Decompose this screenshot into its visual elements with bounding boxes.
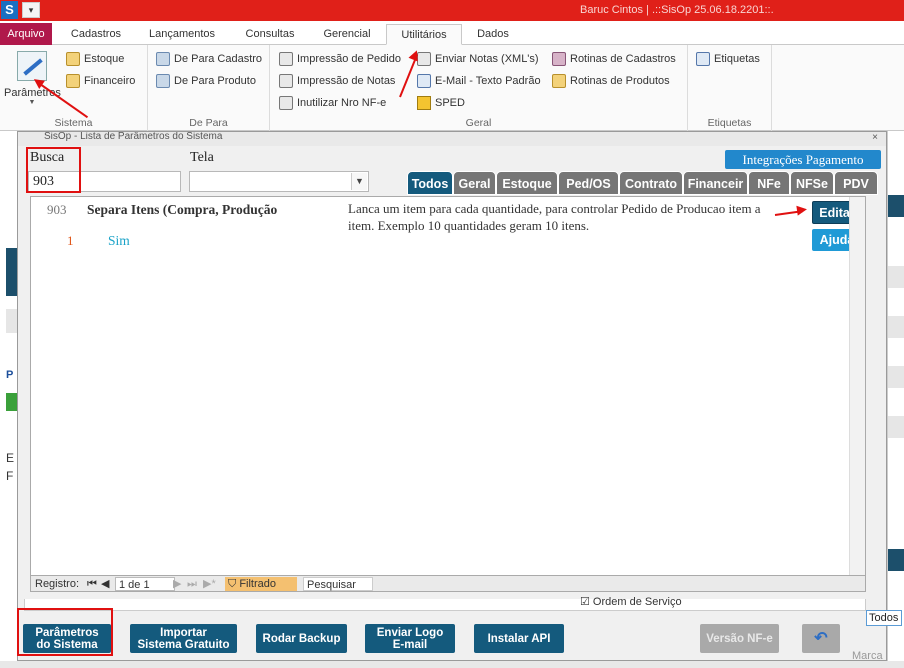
background-bottom-row: [0, 661, 904, 668]
chevron-down-icon: ▼: [351, 173, 367, 190]
parameters-dialog: SisOp - Lista de Parâmetros do Sistema ×…: [17, 131, 887, 661]
first-record-icon[interactable]: ⏮: [87, 577, 97, 591]
filter-toggle[interactable]: ⛉ Filtrado: [225, 577, 297, 591]
close-icon[interactable]: ×: [872, 133, 878, 143]
tab-estoque[interactable]: Estoque: [496, 171, 558, 195]
tab-utilitarios[interactable]: Utilitários: [386, 24, 462, 45]
tab-pdv[interactable]: PDV: [834, 171, 878, 195]
ribbon-tabs: Arquivo Cadastros Lançamentos Consultas …: [0, 21, 904, 45]
etiquetas-button[interactable]: Etiquetas: [696, 50, 760, 68]
importar-sistema-gratuito-button[interactable]: Importar Sistema Gratuito: [130, 624, 237, 653]
dialog-title: SisOp - Lista de Parâmetros do Sistema: [44, 132, 223, 142]
tab-geral[interactable]: Geral: [453, 171, 496, 195]
inutilizar-nfe-button[interactable]: Inutilizar Nro NF-e: [279, 94, 386, 112]
parameter-value[interactable]: Sim: [108, 233, 130, 249]
group-label-sistema: Sistema: [54, 117, 93, 129]
tab-gerencial[interactable]: Gerencial: [314, 24, 380, 45]
instalar-api-button[interactable]: Instalar API: [474, 624, 564, 653]
undo-icon: ↶: [814, 629, 828, 647]
title-bar: S ▾ Baruc Cintos | .::SisOp 25.06.18.220…: [0, 0, 904, 21]
tela-select[interactable]: ▼: [189, 171, 369, 192]
group-label-de-para: De Para: [189, 117, 228, 129]
integracoes-pagamento-button[interactable]: Integrações Pagamento: [725, 150, 881, 169]
users-icon: [156, 52, 170, 66]
ribbon-panel: Parâmetros ▼ Estoque Financeiro Sistema …: [0, 45, 904, 131]
group-sistema: Parâmetros ▼ Estoque Financeiro Sistema: [0, 45, 148, 131]
parameter-description: Lanca um item para cada quantidade, para…: [348, 201, 761, 233]
background-subpanel: ☑ Ordem de Serviço: [24, 596, 866, 611]
impressao-notas-button[interactable]: Impressão de Notas: [279, 72, 395, 90]
rotinas-cadastros-button[interactable]: Rotinas de Cadastros: [552, 50, 676, 68]
tab-consultas[interactable]: Consultas: [232, 24, 308, 45]
tab-nfe[interactable]: NFe: [748, 171, 790, 195]
group-etiquetas: Etiquetas Etiquetas: [688, 45, 772, 131]
estoque-button[interactable]: Estoque: [66, 50, 124, 68]
rodar-backup-button[interactable]: Rodar Backup: [256, 624, 347, 653]
annotation-box-busca: [26, 147, 81, 193]
box-gear-icon: [552, 74, 566, 88]
background-right-strip: [887, 131, 904, 668]
rotinas-produtos-button[interactable]: Rotinas de Produtos: [552, 72, 670, 90]
tab-contrato[interactable]: Contrato: [619, 171, 683, 195]
parameters-list: 903 Separa Itens (Compra, Produção Lanca…: [30, 196, 866, 576]
email-texto-padrao-button[interactable]: E-Mail - Texto Padrão: [417, 72, 541, 90]
label-icon: [696, 52, 710, 66]
de-para-cadastro-button[interactable]: De Para Cadastro: [156, 50, 262, 68]
users-gear-icon: [552, 52, 566, 66]
print-icon: [279, 52, 293, 66]
quick-access-dropdown[interactable]: ▾: [22, 2, 40, 18]
parameters-icon: [17, 51, 47, 81]
sped-button[interactable]: SPED: [417, 94, 465, 112]
group-label-etiquetas: Etiquetas: [707, 117, 752, 129]
new-record-icon[interactable]: ▶*: [203, 577, 216, 591]
prev-record-icon[interactable]: ◀: [101, 577, 109, 591]
record-navigator: Registro: ⏮ ◀ 1 de 1 ▶ ⏭ ▶* ⛉ Filtrado P…: [30, 576, 866, 592]
tab-lancamentos[interactable]: Lançamentos: [140, 24, 224, 45]
tab-dados[interactable]: Dados: [468, 24, 518, 45]
filter-icon: ⛉: [228, 578, 237, 590]
tab-arquivo[interactable]: Arquivo: [0, 23, 52, 45]
financeiro-button[interactable]: Financeiro: [66, 72, 135, 90]
enviar-logo-email-button[interactable]: Enviar Logo E-mail: [365, 624, 455, 653]
chevron-down-icon: ▼: [28, 99, 36, 106]
undo-button[interactable]: ↶: [802, 624, 840, 653]
document-icon: [279, 96, 293, 110]
group-de-para: De Para Cadastro De Para Produto De Para: [148, 45, 270, 131]
parameter-name: Separa Itens (Compra, Produção: [87, 202, 278, 217]
group-label-geral: Geral: [465, 117, 492, 129]
warning-icon: [417, 96, 431, 110]
background-todos-tab[interactable]: Todos: [866, 610, 902, 626]
window-title: Baruc Cintos | .::SisOp 25.06.18.2201::.: [580, 4, 774, 16]
tab-nfse[interactable]: NFSe: [790, 171, 834, 195]
impressao-pedido-button[interactable]: Impressão de Pedido: [279, 50, 401, 68]
tab-financeiro[interactable]: Financeir: [683, 171, 748, 195]
annotation-arrowhead-editar: [796, 204, 808, 216]
registro-label: Registro:: [35, 578, 80, 590]
parameter-value-index: 1: [67, 233, 74, 248]
de-para-produto-button[interactable]: De Para Produto: [156, 72, 256, 90]
annotation-box-parametros: [17, 608, 113, 656]
versao-nfe-button[interactable]: Versão NF-e: [700, 624, 779, 653]
email-icon: [417, 74, 431, 88]
pesquisar-input[interactable]: Pesquisar: [303, 577, 373, 591]
tab-todos[interactable]: Todos: [407, 171, 453, 195]
parameter-code: 903: [47, 202, 67, 217]
dialog-title-bar: SisOp - Lista de Parâmetros do Sistema ×: [18, 132, 886, 146]
next-record-icon[interactable]: ▶: [173, 577, 181, 591]
group-geral: Impressão de Pedido Impressão de Notas I…: [270, 45, 688, 131]
ordem-servico-checkbox[interactable]: ☑ Ordem de Serviço: [580, 595, 682, 608]
enviar-notas-button[interactable]: Enviar Notas (XML's): [417, 50, 539, 68]
print-icon: [279, 74, 293, 88]
last-record-icon[interactable]: ⏭: [187, 577, 197, 591]
tab-ped-os[interactable]: Ped/OS: [558, 171, 619, 195]
note-icon: [66, 74, 80, 88]
vertical-scrollbar[interactable]: [849, 197, 865, 575]
record-position[interactable]: 1 de 1: [115, 577, 175, 591]
note-icon: [66, 52, 80, 66]
tab-cadastros[interactable]: Cadastros: [60, 24, 132, 45]
users-icon: [156, 74, 170, 88]
app-icon[interactable]: S: [1, 1, 18, 19]
tela-label: Tela: [190, 150, 214, 165]
